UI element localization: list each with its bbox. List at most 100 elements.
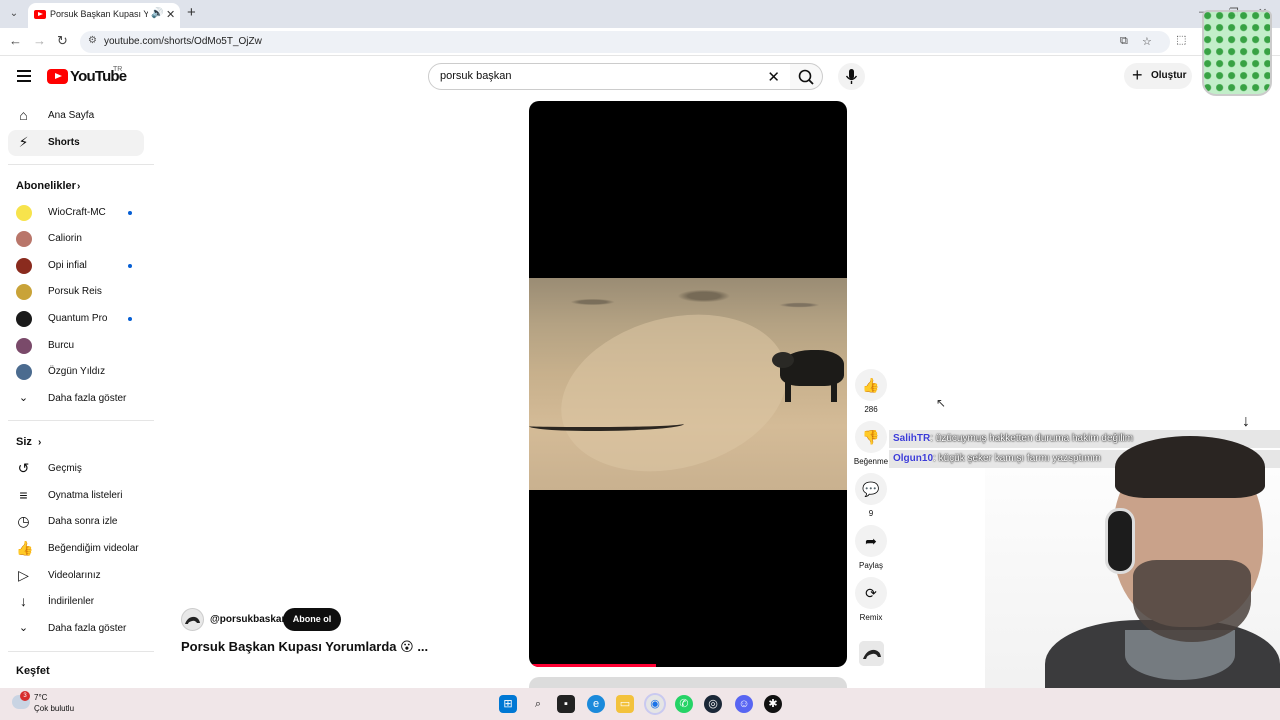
sidebar-divider [8, 420, 154, 421]
reload-icon[interactable]: ↻ [57, 33, 68, 49]
install-app-icon[interactable]: ⧉ [1120, 35, 1128, 48]
sidebar-item-downloads[interactable]: ↓ İndirilenler [8, 589, 144, 615]
chevron-down-icon: ⌄ [18, 392, 29, 404]
speaker-icon[interactable]: 🔊 [151, 8, 163, 19]
video-frame [529, 278, 847, 496]
sound-thumbnail[interactable] [859, 641, 884, 666]
sidebar-divider [8, 164, 154, 165]
back-icon[interactable]: ← [9, 33, 22, 48]
bookmark-star-icon[interactable]: ☆ [1142, 35, 1152, 48]
channel-avatar[interactable] [181, 608, 204, 631]
remix-icon: ⟳ [865, 585, 877, 601]
url-text[interactable]: youtube.com/shorts/OdMo5T_OjZw [104, 36, 262, 47]
plus-icon: + [1132, 65, 1143, 85]
arrow-down-icon: ↓ [1242, 413, 1250, 430]
channel-avatar [16, 205, 32, 221]
video-badger-legs [785, 380, 837, 402]
search-query[interactable]: porsuk başkan [440, 70, 512, 82]
history-icon: ↺ [17, 460, 30, 476]
sidebar-item-watch-later[interactable]: ◷ Daha sonra izle [8, 509, 144, 535]
sidebar-item-history[interactable]: ↺ Geçmiş [8, 456, 144, 482]
subscription-name: Burcu [48, 340, 75, 351]
badger-logo-icon [185, 616, 200, 624]
tab-close-icon[interactable]: ✕ [166, 8, 175, 21]
sidebar-item-playlists[interactable]: ≡ Oynatma listeleri [8, 483, 144, 509]
create-button[interactable]: + Oluştur [1124, 63, 1192, 89]
sidebar-item-home[interactable]: ⌂ Ana Sayfa [8, 103, 144, 129]
subscription-item[interactable]: Özgün Yıldız [8, 359, 144, 385]
short-title[interactable]: Porsuk Başkan Kupası Yorumlarda 😮 ... [181, 639, 428, 655]
you-heading[interactable]: Siz [16, 436, 32, 448]
subscription-item[interactable]: WioCraft-MC [8, 200, 144, 226]
hamburger-menu-icon[interactable] [17, 70, 31, 82]
subscription-item[interactable]: Caliorin [8, 226, 144, 252]
show-more-label: Daha fazla göster [48, 393, 127, 404]
weather-description[interactable]: Çok bulutlu [34, 704, 74, 713]
comment-count: 9 [868, 509, 874, 518]
task-view-icon[interactable]: ▪ [557, 695, 575, 713]
sidebar-item-your-videos[interactable]: ▷ Videolarınız [8, 563, 144, 589]
discord-icon[interactable]: ☺ [735, 695, 753, 713]
chevron-right-icon[interactable]: › [38, 437, 41, 448]
edge-icon[interactable]: e [587, 695, 605, 713]
search-input[interactable]: porsuk başkan ✕ [428, 63, 791, 90]
tab-search-icon[interactable]: ⌄ [6, 6, 22, 22]
show-more-you[interactable]: ⌄ Daha fazla göster [8, 616, 144, 642]
youtube-logo-icon[interactable] [47, 69, 68, 84]
dislike-label: Beğenme [853, 457, 889, 466]
channel-avatar [16, 231, 32, 247]
subscribe-button[interactable]: Abone ol [283, 608, 341, 631]
subscription-item[interactable]: Burcu [8, 333, 144, 359]
short-video-player[interactable] [529, 101, 847, 667]
subscription-name: Quantum Pro [48, 313, 108, 324]
like-button[interactable]: 👍 [855, 369, 887, 401]
subscription-name: Porsuk Reis [48, 286, 102, 297]
search-button[interactable] [790, 63, 823, 90]
clear-search-icon[interactable]: ✕ [767, 68, 780, 86]
sidebar-item-label: Beğendiğim videolar [48, 543, 139, 554]
youtube-favicon-icon [34, 10, 46, 19]
shorts-icon: ⚡ [18, 134, 29, 150]
dislike-button[interactable]: 👎 [855, 421, 887, 453]
voice-search-button[interactable] [838, 63, 865, 90]
remix-label: Remix [859, 613, 883, 622]
new-content-dot [128, 264, 132, 268]
whatsapp-icon[interactable]: ✆ [675, 695, 693, 713]
steam-icon[interactable]: ◎ [704, 695, 722, 713]
windows-start-icon[interactable]: ⊞ [499, 695, 517, 713]
webcam-overlay [985, 430, 1280, 720]
chrome-icon[interactable]: ◉ [646, 695, 664, 713]
explore-heading: Keşfet [16, 665, 50, 677]
new-tab-icon[interactable]: + [187, 4, 196, 21]
home-icon: ⌂ [19, 107, 28, 123]
search-icon[interactable]: ⌕ [529, 695, 547, 713]
create-label: Oluştur [1151, 70, 1187, 81]
chevron-right-icon[interactable]: › [77, 181, 80, 192]
forward-icon[interactable]: → [33, 33, 46, 48]
show-more-subscriptions[interactable]: ⌄ Daha fazla göster [8, 386, 144, 412]
extensions-icon[interactable]: ⬚ [1176, 33, 1186, 46]
sidebar-item-liked-videos[interactable]: 👍 Beğendiğim videolar [8, 536, 144, 562]
remix-button[interactable]: ⟳ [855, 577, 887, 609]
subscription-item[interactable]: Opi infial [8, 253, 144, 279]
address-bar[interactable]: ⚙ youtube.com/shorts/OdMo5T_OjZw ⧉ ☆ [80, 31, 1170, 53]
sidebar-item-label: Geçmiş [48, 463, 82, 474]
next-short-preview[interactable] [529, 677, 847, 688]
browser-navbar: ← → ↻ ⚙ youtube.com/shorts/OdMo5T_OjZw ⧉… [0, 28, 1280, 56]
app-icon[interactable]: ✱ [764, 695, 782, 713]
share-button[interactable]: ➦ [855, 525, 887, 557]
playlist-icon: ≡ [19, 487, 28, 503]
video-progress-bar[interactable] [529, 664, 657, 667]
site-info-icon[interactable]: ⚙ [88, 35, 97, 46]
sidebar-item-shorts[interactable]: ⚡ Shorts [8, 130, 144, 156]
comments-button[interactable]: 💬 [855, 473, 887, 505]
channel-handle[interactable]: @porsukbaskan [210, 614, 288, 625]
subscriptions-heading[interactable]: Abonelikler [16, 180, 76, 192]
search-icon [798, 69, 814, 85]
subscription-item[interactable]: Quantum Pro [8, 306, 144, 332]
weather-temperature[interactable]: 7°C [34, 693, 47, 702]
windows-taskbar: 3 7°C Çok bulutlu ⊞ ⌕ ▪ e ▭ ◉ ✆ ◎ ☺ ✱ [0, 688, 1280, 720]
file-explorer-icon[interactable]: ▭ [616, 695, 634, 713]
browser-tab[interactable]: Porsuk Başkan Kupası Yorumlarda 🔊 ✕ [28, 3, 180, 28]
subscription-item[interactable]: Porsuk Reis [8, 279, 144, 305]
